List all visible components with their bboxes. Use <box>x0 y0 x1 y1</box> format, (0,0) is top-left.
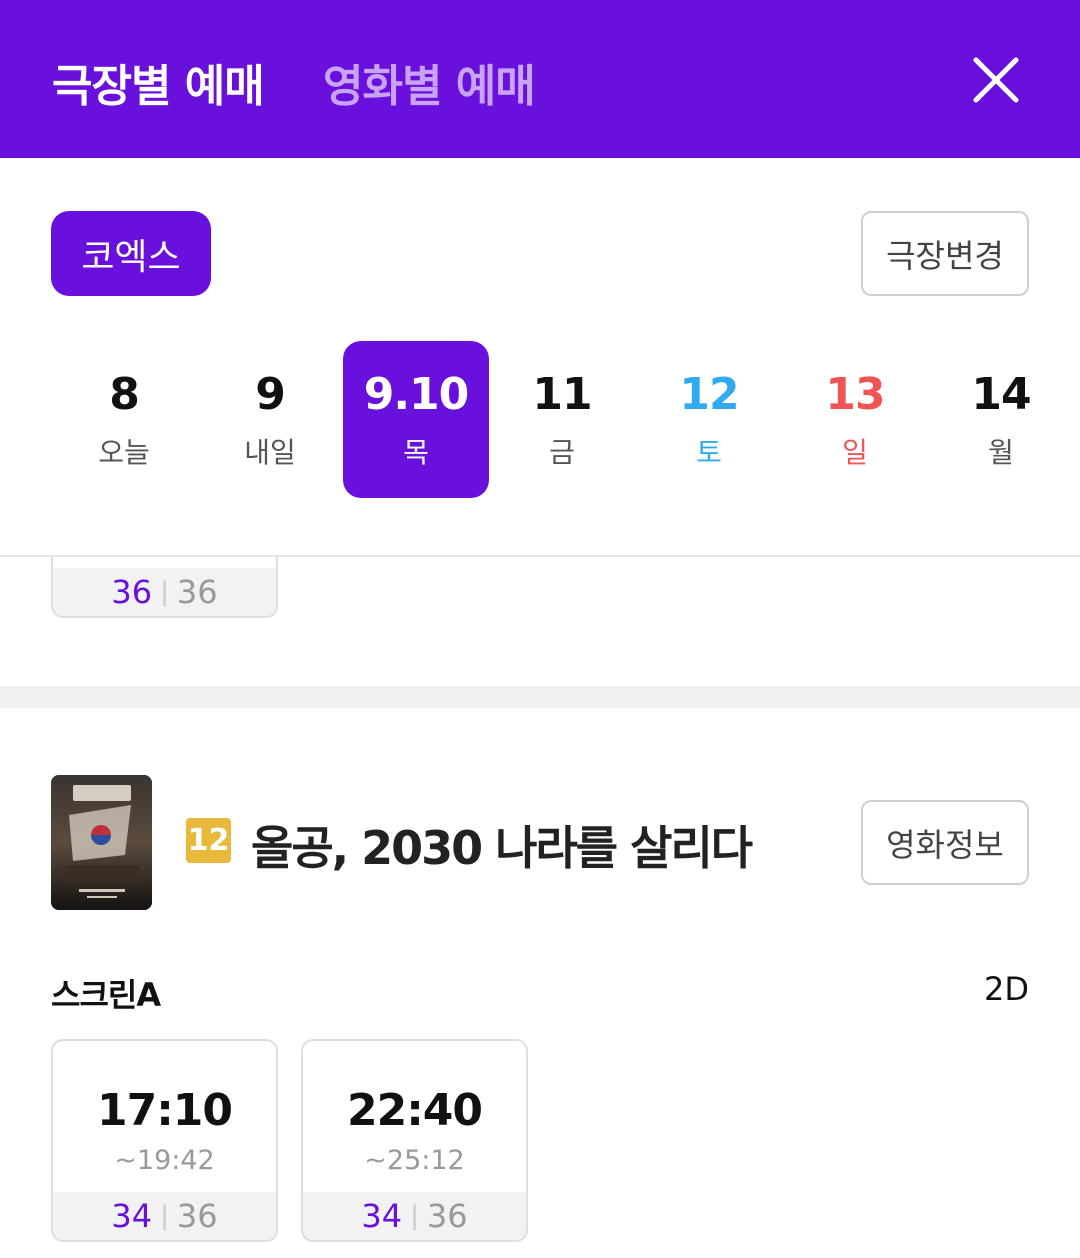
date-weekday: 목 <box>403 436 429 469</box>
tab-by-movie[interactable]: 영화별 예매 <box>323 50 536 114</box>
screen-format: 2D <box>984 970 1029 1008</box>
seats-remaining: 36 <box>111 573 153 611</box>
seat-separator: | <box>410 1201 419 1231</box>
showtime-start: 22:40 <box>346 1085 483 1136</box>
divider <box>0 555 1080 557</box>
date-weekday: 월 <box>988 436 1014 469</box>
date-item-sat[interactable]: 12 토 <box>636 341 782 498</box>
showtime-end: ~19:42 <box>114 1145 215 1176</box>
date-item-mon[interactable]: 14 월 <box>928 341 1074 498</box>
date-weekday: 토 <box>696 436 722 469</box>
screen-name: 스크린A <box>51 976 161 1014</box>
header-bar: 극장별 예매 영화별 예매 <box>0 0 1080 158</box>
date-selector: 8 오늘 9 내일 9.10 목 11 금 12 토 13 일 14 월 <box>51 341 1079 498</box>
tab-by-theater[interactable]: 극장별 예매 <box>52 50 265 114</box>
seats-total: 36 <box>176 573 218 611</box>
showtime-end: ~25:12 <box>364 1145 465 1176</box>
date-item-today[interactable]: 8 오늘 <box>51 341 197 498</box>
date-number: 9.10 <box>363 369 470 420</box>
date-weekday: 금 <box>549 436 575 469</box>
date-item-fri[interactable]: 11 금 <box>489 341 635 498</box>
seat-availability: 34 | 36 <box>303 1192 526 1240</box>
date-number: 8 <box>109 369 140 420</box>
seat-availability: 34 | 36 <box>53 1192 276 1240</box>
seat-availability: 36 | 36 <box>53 568 276 616</box>
date-number: 13 <box>825 369 885 420</box>
date-weekday: 오늘 <box>98 436 150 469</box>
age-rating-badge: 12 <box>186 818 231 863</box>
movie-title: 올공, 2030 나라를 살리다 <box>251 821 753 875</box>
date-number: 9 <box>255 369 286 420</box>
section-gap <box>0 686 1080 708</box>
seats-total: 36 <box>176 1197 218 1235</box>
date-item-sun[interactable]: 13 일 <box>782 341 928 498</box>
date-item-tomorrow[interactable]: 9 내일 <box>197 341 343 498</box>
showtime-card[interactable]: 22:40 ~25:12 34 | 36 <box>301 1039 528 1242</box>
date-number: 14 <box>971 369 1031 420</box>
seat-separator: | <box>160 577 169 607</box>
movie-info-button[interactable]: 영화정보 <box>861 800 1029 885</box>
date-weekday: 일 <box>842 436 868 469</box>
seats-remaining: 34 <box>111 1197 153 1235</box>
movie-poster-image[interactable] <box>51 775 152 910</box>
seat-separator: | <box>160 1201 169 1231</box>
date-number: 11 <box>532 369 592 420</box>
scroll-mask <box>0 498 1080 555</box>
change-theater-button[interactable]: 극장변경 <box>861 211 1029 296</box>
date-weekday: 내일 <box>244 436 296 469</box>
showtime-card[interactable]: 17:10 ~19:42 34 | 36 <box>51 1039 278 1242</box>
selected-theater-chip[interactable]: 코엑스 <box>51 211 211 296</box>
seats-remaining: 34 <box>361 1197 403 1235</box>
date-item-selected[interactable]: 9.10 목 <box>343 341 489 498</box>
showtime-start: 17:10 <box>96 1085 233 1136</box>
seats-total: 36 <box>426 1197 468 1235</box>
close-icon[interactable] <box>966 50 1026 110</box>
date-number: 12 <box>679 369 739 420</box>
